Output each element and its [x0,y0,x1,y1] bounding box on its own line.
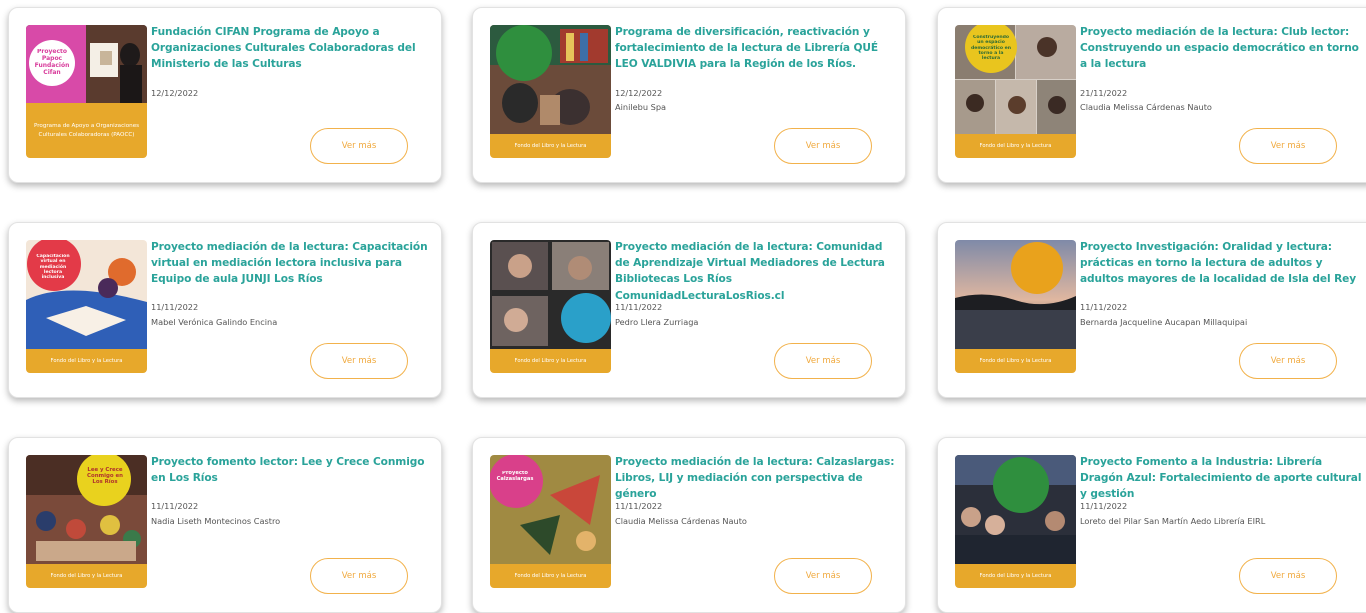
project-title[interactable]: Proyecto mediación de la lectura: Club l… [1080,24,1364,73]
thumbnail-caption: Programa de Apoyo a Organizaciones Cultu… [26,103,147,158]
project-date: 11/11/2022 [151,501,199,511]
project-date: 11/11/2022 [1080,302,1128,312]
project-author: Bernarda Jacqueline Aucapan Millaquipai [1080,317,1248,327]
thumbnail-caption: Fondo del Libro y la Lectura [26,349,147,373]
thumbnail-image [955,240,1076,349]
ver-mas-button[interactable]: Ver más [774,558,872,594]
project-card: Proyecto Papoc Fundación Cifan Programa … [8,7,442,183]
project-date: 12/12/2022 [151,88,199,98]
thumbnail-image: Capacitación virtual en mediación lector… [26,240,147,349]
thumbnail-image [490,240,611,349]
thumbnail-bubble-text: Construyendo un espacio democrático en t… [970,35,1012,62]
thumbnail-bubble-text: Proyecto Papoc Fundación Cifan [34,49,70,76]
ver-mas-button[interactable]: Ver más [1239,558,1337,594]
project-title[interactable]: Programa de diversificación, reactivació… [615,24,899,73]
ver-mas-button[interactable]: Ver más [1239,128,1337,164]
project-thumbnail[interactable]: Fondo del Libro y la Lectura [490,240,611,373]
thumbnail-image: Proyecto Calzaslargas [490,455,611,564]
project-thumbnail[interactable]: Construyendo un espacio democrático en t… [955,25,1076,158]
project-thumbnail[interactable]: Fondo del Libro y la Lectura [490,25,611,158]
thumbnail-caption: Fondo del Libro y la Lectura [490,134,611,158]
ver-mas-button[interactable]: Ver más [310,128,408,164]
ver-mas-button[interactable]: Ver más [774,128,872,164]
thumbnail-image: Construyendo un espacio democrático en t… [955,25,1076,134]
thumbnail-bubble-text: Capacitación virtual en mediación lector… [36,254,70,281]
project-author: Mabel Verónica Galindo Encina [151,317,278,327]
project-date: 12/12/2022 [615,88,663,98]
project-date: 11/11/2022 [151,302,199,312]
project-title[interactable]: Proyecto mediación de la lectura: Calzas… [615,454,899,503]
project-date: 11/11/2022 [615,302,663,312]
project-title[interactable]: Proyecto fomento lector: Lee y Crece Con… [151,454,435,486]
thumbnail-caption: Fondo del Libro y la Lectura [955,349,1076,373]
project-author: Ainilebu Spa [615,102,667,112]
thumbnail-image: Lee y Crece Conmigo en Los Ríos [26,455,147,564]
ver-mas-button[interactable]: Ver más [774,343,872,379]
project-title[interactable]: Proyecto Investigación: Oralidad y lectu… [1080,239,1364,288]
thumbnail-caption: Fondo del Libro y la Lectura [955,134,1076,158]
project-title[interactable]: Proyecto mediación de la lectura: Capaci… [151,239,435,288]
project-date: 11/11/2022 [615,501,663,511]
project-author: Loreto del Pilar San Martín Aedo Librerí… [1080,516,1266,526]
project-thumbnail[interactable]: Proyecto Calzaslargas Fondo del Libro y … [490,455,611,588]
ver-mas-button[interactable]: Ver más [1239,343,1337,379]
project-card: Fondo del Libro y la Lectura Proyecto In… [937,222,1366,398]
project-author: Nadia Liseth Montecinos Castro [151,516,281,526]
thumbnail-caption: Fondo del Libro y la Lectura [26,564,147,588]
project-card: Fondo del Libro y la Lectura Proyecto me… [472,222,906,398]
project-card: Fondo del Libro y la Lectura Programa de… [472,7,906,183]
thumbnail-caption: Fondo del Libro y la Lectura [490,564,611,588]
thumbnail-image [490,25,611,134]
project-thumbnail[interactable]: Fondo del Libro y la Lectura [955,240,1076,373]
thumbnail-image [955,455,1076,564]
ver-mas-button[interactable]: Ver más [310,343,408,379]
project-thumbnail[interactable]: Capacitación virtual en mediación lector… [26,240,147,373]
thumbnail-image: Proyecto Papoc Fundación Cifan [26,25,147,106]
project-date: 11/11/2022 [1080,501,1128,511]
thumbnail-bubble-text: Proyecto Calzaslargas [496,471,534,482]
project-author: Pedro Llera Zurriaga [615,317,699,327]
ver-mas-button[interactable]: Ver más [310,558,408,594]
project-author: Claudia Melissa Cárdenas Nauto [615,516,747,526]
project-thumbnail[interactable]: Proyecto Papoc Fundación Cifan Programa … [26,25,147,158]
project-card: Lee y Crece Conmigo en Los Ríos Fondo de… [8,437,442,613]
project-date: 21/11/2022 [1080,88,1128,98]
project-title[interactable]: Fundación CIFAN Programa de Apoyo a Orga… [151,24,435,73]
project-thumbnail[interactable]: Lee y Crece Conmigo en Los Ríos Fondo de… [26,455,147,588]
thumbnail-caption: Fondo del Libro y la Lectura [490,349,611,373]
thumbnail-bubble-text: Lee y Crece Conmigo en Los Ríos [87,467,123,486]
thumbnail-caption: Fondo del Libro y la Lectura [955,564,1076,588]
project-title[interactable]: Proyecto Fomento a la Industria: Librerí… [1080,454,1364,503]
project-title[interactable]: Proyecto mediación de la lectura: Comuni… [615,239,899,304]
project-thumbnail[interactable]: Fondo del Libro y la Lectura [955,455,1076,588]
project-card: Fondo del Libro y la Lectura Proyecto Fo… [937,437,1366,613]
project-card: Construyendo un espacio democrático en t… [937,7,1366,183]
project-author: Claudia Melissa Cárdenas Nauto [1080,102,1212,112]
project-card: Proyecto Calzaslargas Fondo del Libro y … [472,437,906,613]
project-card: Capacitación virtual en mediación lector… [8,222,442,398]
